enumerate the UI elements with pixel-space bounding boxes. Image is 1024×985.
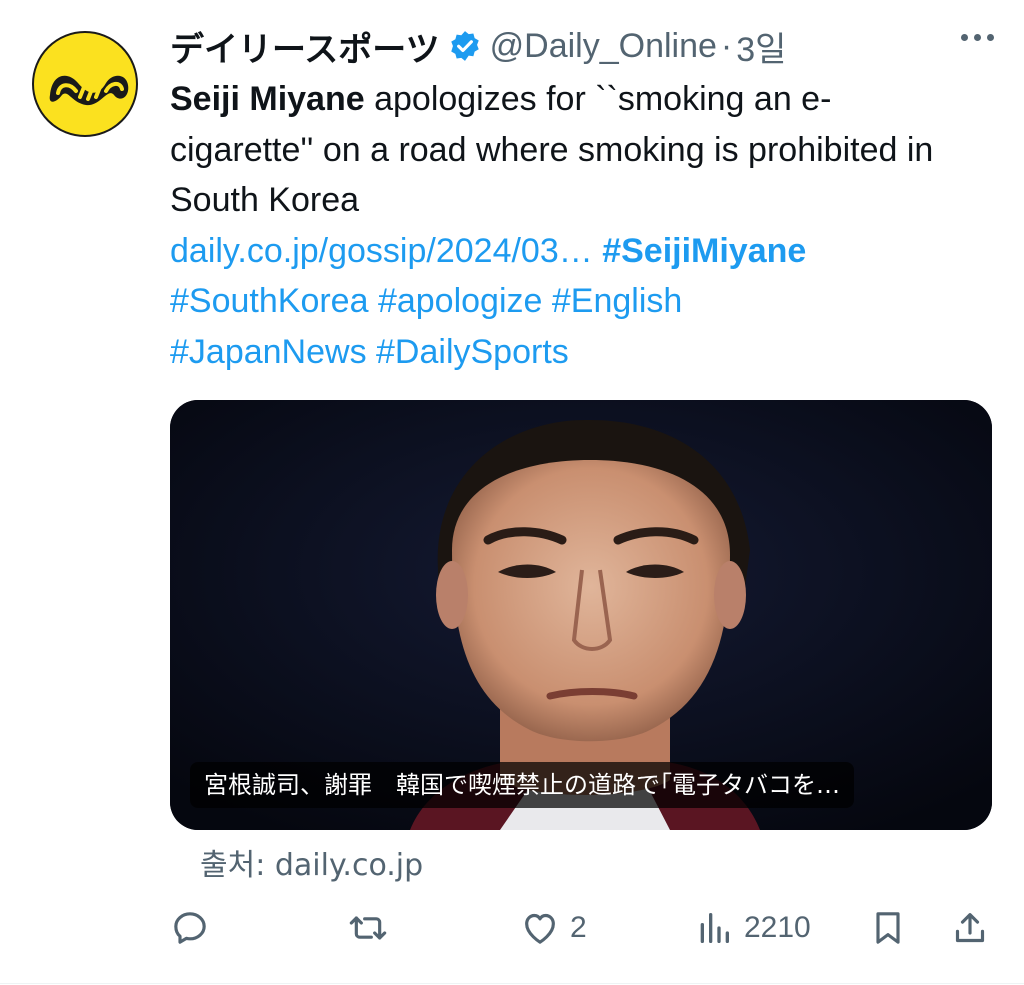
more-icon[interactable] — [961, 34, 994, 41]
retweet-button[interactable] — [346, 900, 400, 956]
hashtag[interactable]: #apologize — [378, 282, 542, 320]
separator-dot: · — [720, 26, 733, 65]
hashtag[interactable]: #JapanNews — [170, 333, 367, 371]
daily-logo-icon — [49, 75, 129, 106]
view-count: 2210 — [744, 911, 811, 944]
avatar[interactable] — [32, 31, 138, 137]
bookmark-icon — [868, 908, 908, 948]
views-button[interactable]: 2210 — [694, 900, 811, 956]
tweet-bold-lead[interactable]: Seiji Miyane — [170, 80, 365, 118]
hashtag[interactable]: #SeijiMiyane — [602, 232, 806, 270]
bookmark-button[interactable] — [868, 900, 908, 956]
timestamp[interactable]: 3일 — [736, 22, 786, 71]
hashtag[interactable]: #SouthKorea — [170, 282, 369, 320]
like-icon — [520, 908, 560, 948]
like-button[interactable]: 2 — [520, 900, 587, 956]
tweet-link[interactable]: daily.co.jp/gossip/2024/03… — [170, 232, 593, 270]
like-count: 2 — [570, 911, 587, 944]
handle[interactable]: @Daily_Online — [490, 27, 717, 66]
reply-icon — [170, 908, 210, 948]
action-bar: 2 2210 — [170, 900, 992, 956]
divider — [0, 983, 1024, 984]
share-icon — [950, 908, 990, 948]
media-caption: 宮根誠司、謝罪 韓国で喫煙禁止の道路で｢電子タバコを… — [190, 762, 854, 808]
tweet-text: Seiji Miyane apologizes for ``smoking an… — [170, 74, 970, 377]
tweet-header: デイリースポーツ @Daily_Online · 3일 — [170, 22, 994, 70]
share-button[interactable] — [950, 900, 990, 956]
reply-button[interactable] — [170, 900, 220, 956]
retweet-icon — [346, 908, 390, 948]
verified-icon — [448, 29, 482, 63]
hashtag[interactable]: #English — [552, 282, 682, 320]
link-source[interactable]: 출처: daily.co.jp — [200, 840, 423, 884]
views-icon — [694, 908, 734, 948]
hashtag[interactable]: #DailySports — [376, 333, 569, 371]
display-name[interactable]: デイリースポーツ — [170, 22, 440, 71]
